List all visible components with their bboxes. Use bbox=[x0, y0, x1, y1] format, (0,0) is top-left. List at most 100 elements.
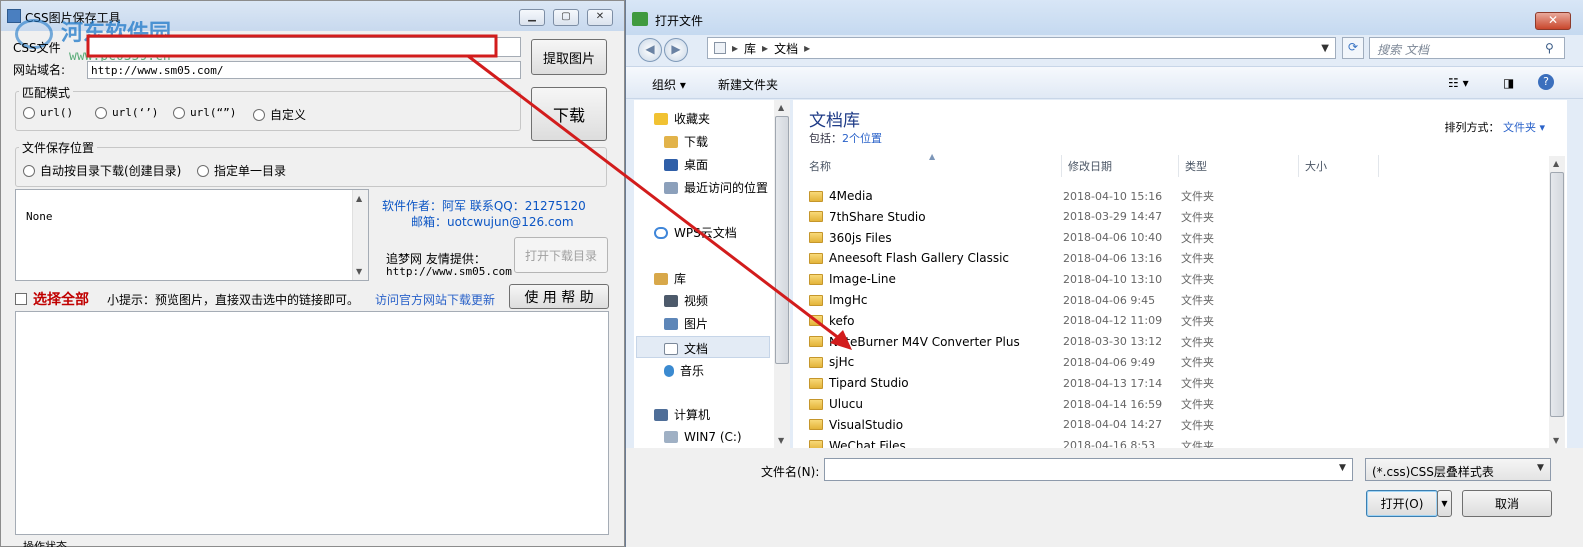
scroll-up-icon[interactable]: ▲ bbox=[1553, 159, 1559, 168]
file-type-select[interactable]: (*.css)CSS层叠样式表 bbox=[1365, 458, 1551, 481]
folder-icon bbox=[809, 211, 823, 223]
file-row[interactable]: Tipard Studio 2018-04-13 17:14 文件夹 bbox=[809, 373, 1549, 393]
minimize-button[interactable]: ▁ bbox=[519, 9, 545, 26]
status-label: 操作状态 bbox=[23, 540, 67, 547]
preview-pane-icon[interactable]: ◨ bbox=[1503, 76, 1514, 90]
dialog-icon bbox=[632, 12, 648, 26]
nav-documents[interactable]: 文档 bbox=[664, 340, 708, 357]
address-dropdown-icon[interactable]: ▼ bbox=[1321, 43, 1329, 54]
nav-downloads[interactable]: 下载 bbox=[664, 133, 708, 150]
radio-auto-dir[interactable]: 自动按目录下载(创建目录) bbox=[23, 162, 181, 179]
breadcrumb-separator-icon: ▸ bbox=[804, 41, 811, 55]
search-input[interactable]: 搜索 文档 bbox=[1369, 37, 1565, 59]
file-row[interactable]: 360js Files 2018-04-06 10:40 文件夹 bbox=[809, 228, 1549, 248]
file-date-cell: 2018-04-04 14:27 bbox=[1063, 418, 1163, 432]
checkbox-box[interactable] bbox=[15, 293, 27, 305]
refresh-icon[interactable]: ⟳ bbox=[1342, 37, 1364, 59]
file-type-cell: 文件夹 bbox=[1181, 210, 1214, 224]
link-list[interactable] bbox=[15, 311, 609, 535]
file-name-cell: sjHc bbox=[809, 355, 1063, 369]
radio-url-double[interactable]: url(“”) bbox=[173, 106, 236, 119]
file-type-dropdown-icon[interactable]: ▼ bbox=[1537, 463, 1544, 473]
css-tool-window: CSS图片保存工具 ▁ ▢ ✕ 河东软件园 www.pc0359.cn CSS文… bbox=[0, 0, 625, 547]
scroll-down-icon[interactable]: ▼ bbox=[778, 436, 784, 445]
radio-single-dir[interactable]: 指定单一目录 bbox=[197, 162, 286, 179]
file-row[interactable]: Aneesoft Flash Gallery Classic 2018-04-06… bbox=[809, 248, 1549, 268]
radio-url-plain[interactable]: url() bbox=[23, 106, 73, 119]
column-separator bbox=[1178, 155, 1179, 177]
file-row[interactable]: sjHc 2018-04-06 9:49 文件夹 bbox=[809, 352, 1549, 372]
breadcrumb-documents[interactable]: 文档 bbox=[774, 40, 798, 57]
new-folder-button[interactable]: 新建文件夹 bbox=[718, 76, 778, 93]
open-dropdown-icon[interactable]: ▼ bbox=[1437, 490, 1452, 517]
maximize-button[interactable]: ▢ bbox=[553, 9, 579, 26]
video-icon bbox=[664, 294, 678, 307]
open-download-dir-button[interactable]: 打开下载目录 bbox=[514, 237, 608, 273]
nav-library[interactable]: 库 bbox=[654, 270, 686, 287]
scroll-up-icon[interactable]: ▲ bbox=[778, 103, 784, 112]
nav-favorites[interactable]: 收藏夹 bbox=[654, 110, 710, 127]
download-button[interactable]: 下载 bbox=[531, 87, 607, 141]
column-type[interactable]: 类型 bbox=[1185, 158, 1207, 182]
domain-input[interactable]: http://www.sm05.com/ bbox=[87, 61, 521, 79]
column-date[interactable]: 修改日期 bbox=[1068, 158, 1112, 182]
file-row[interactable]: Ulucu 2018-04-14 16:59 文件夹 bbox=[809, 394, 1549, 414]
file-date-cell: 2018-04-13 17:14 bbox=[1063, 376, 1163, 390]
folder-icon bbox=[809, 273, 823, 285]
file-row[interactable]: 4Media 2018-04-10 15:16 文件夹 bbox=[809, 186, 1549, 206]
view-options-icon[interactable]: ☷ ▾ bbox=[1448, 76, 1469, 90]
file-row[interactable]: kefo 2018-04-12 11:09 文件夹 bbox=[809, 311, 1549, 331]
nav-desktop[interactable]: 桌面 bbox=[664, 156, 708, 173]
extract-images-button[interactable]: 提取图片 bbox=[531, 39, 607, 75]
cloud-icon bbox=[654, 226, 668, 239]
log-scrollbar[interactable]: ▲ ▼ bbox=[352, 190, 368, 280]
open-button[interactable]: 打开(O) bbox=[1366, 490, 1438, 517]
file-row[interactable]: Image-Line 2018-04-10 13:10 文件夹 bbox=[809, 269, 1549, 289]
select-all-checkbox[interactable]: 选择全部 bbox=[15, 289, 89, 309]
nav-recent[interactable]: 最近访问的位置 bbox=[664, 179, 768, 196]
column-name[interactable]: 名称 bbox=[809, 158, 831, 182]
library-icon bbox=[654, 272, 668, 285]
nav-wps-cloud[interactable]: WPS云文档 bbox=[654, 224, 737, 241]
breadcrumb-library[interactable]: 库 bbox=[744, 40, 756, 57]
file-row[interactable]: VisualStudio 2018-04-04 14:27 文件夹 bbox=[809, 415, 1549, 435]
back-icon[interactable]: ◀ bbox=[638, 38, 662, 62]
help-icon[interactable]: ? bbox=[1538, 74, 1554, 90]
nav-videos[interactable]: 视频 bbox=[664, 292, 708, 309]
help-button[interactable]: 使 用 帮 助 bbox=[509, 284, 609, 309]
file-name-cell: VisualStudio bbox=[809, 418, 1063, 432]
file-row[interactable]: NoteBurner M4V Converter Plus 2018-03-30 … bbox=[809, 332, 1549, 352]
radio-custom[interactable]: 自定义 bbox=[253, 106, 306, 123]
column-size[interactable]: 大小 bbox=[1305, 158, 1327, 182]
folder-icon bbox=[809, 377, 823, 389]
css-file-input[interactable] bbox=[87, 37, 521, 57]
cancel-button[interactable]: 取消 bbox=[1462, 490, 1552, 517]
filename-input[interactable] bbox=[824, 458, 1353, 481]
search-icon[interactable]: ⚲ bbox=[1545, 41, 1554, 55]
address-bar[interactable]: ▸ 库 ▸ 文档 ▸ ▼ bbox=[707, 37, 1336, 59]
file-row[interactable]: 7thShare Studio 2018-03-29 14:47 文件夹 bbox=[809, 207, 1549, 227]
filename-dropdown-icon[interactable]: ▼ bbox=[1339, 463, 1346, 473]
nav-drive-c[interactable]: WIN7 (C:) bbox=[664, 430, 742, 444]
nav-scrollbar[interactable]: ▲ ▼ bbox=[774, 100, 790, 448]
nav-computer[interactable]: 计算机 bbox=[654, 406, 710, 423]
scroll-down-icon[interactable]: ▼ bbox=[1553, 436, 1559, 445]
close-button[interactable]: ✕ bbox=[587, 9, 613, 26]
provider-url: http://www.sm05.com bbox=[386, 265, 512, 278]
file-list-scrollbar[interactable]: ▲ ▼ bbox=[1549, 156, 1565, 448]
file-row[interactable]: ImgHc 2018-04-06 9:45 文件夹 bbox=[809, 290, 1549, 310]
nav-pictures[interactable]: 图片 bbox=[664, 315, 708, 332]
nav-scroll-thumb[interactable] bbox=[775, 116, 789, 364]
file-type-cell: 文件夹 bbox=[1181, 273, 1214, 287]
locations-link[interactable]: 2个位置 bbox=[842, 132, 882, 145]
file-scroll-thumb[interactable] bbox=[1550, 172, 1564, 417]
dialog-close-button[interactable]: ✕ bbox=[1535, 12, 1571, 30]
forward-icon[interactable]: ▶ bbox=[664, 38, 688, 62]
radio-url-single[interactable]: url(‘’) bbox=[95, 106, 158, 119]
update-link[interactable]: 访问官方网站下载更新 bbox=[375, 291, 495, 308]
organize-menu[interactable]: 组织 ▾ bbox=[652, 76, 686, 93]
sort-dropdown[interactable]: 文件夹 ▾ bbox=[1503, 121, 1545, 134]
file-name-cell: 360js Files bbox=[809, 231, 1063, 245]
nav-music[interactable]: 音乐 bbox=[664, 362, 704, 379]
log-textarea[interactable]: None ▲ ▼ bbox=[15, 189, 369, 281]
